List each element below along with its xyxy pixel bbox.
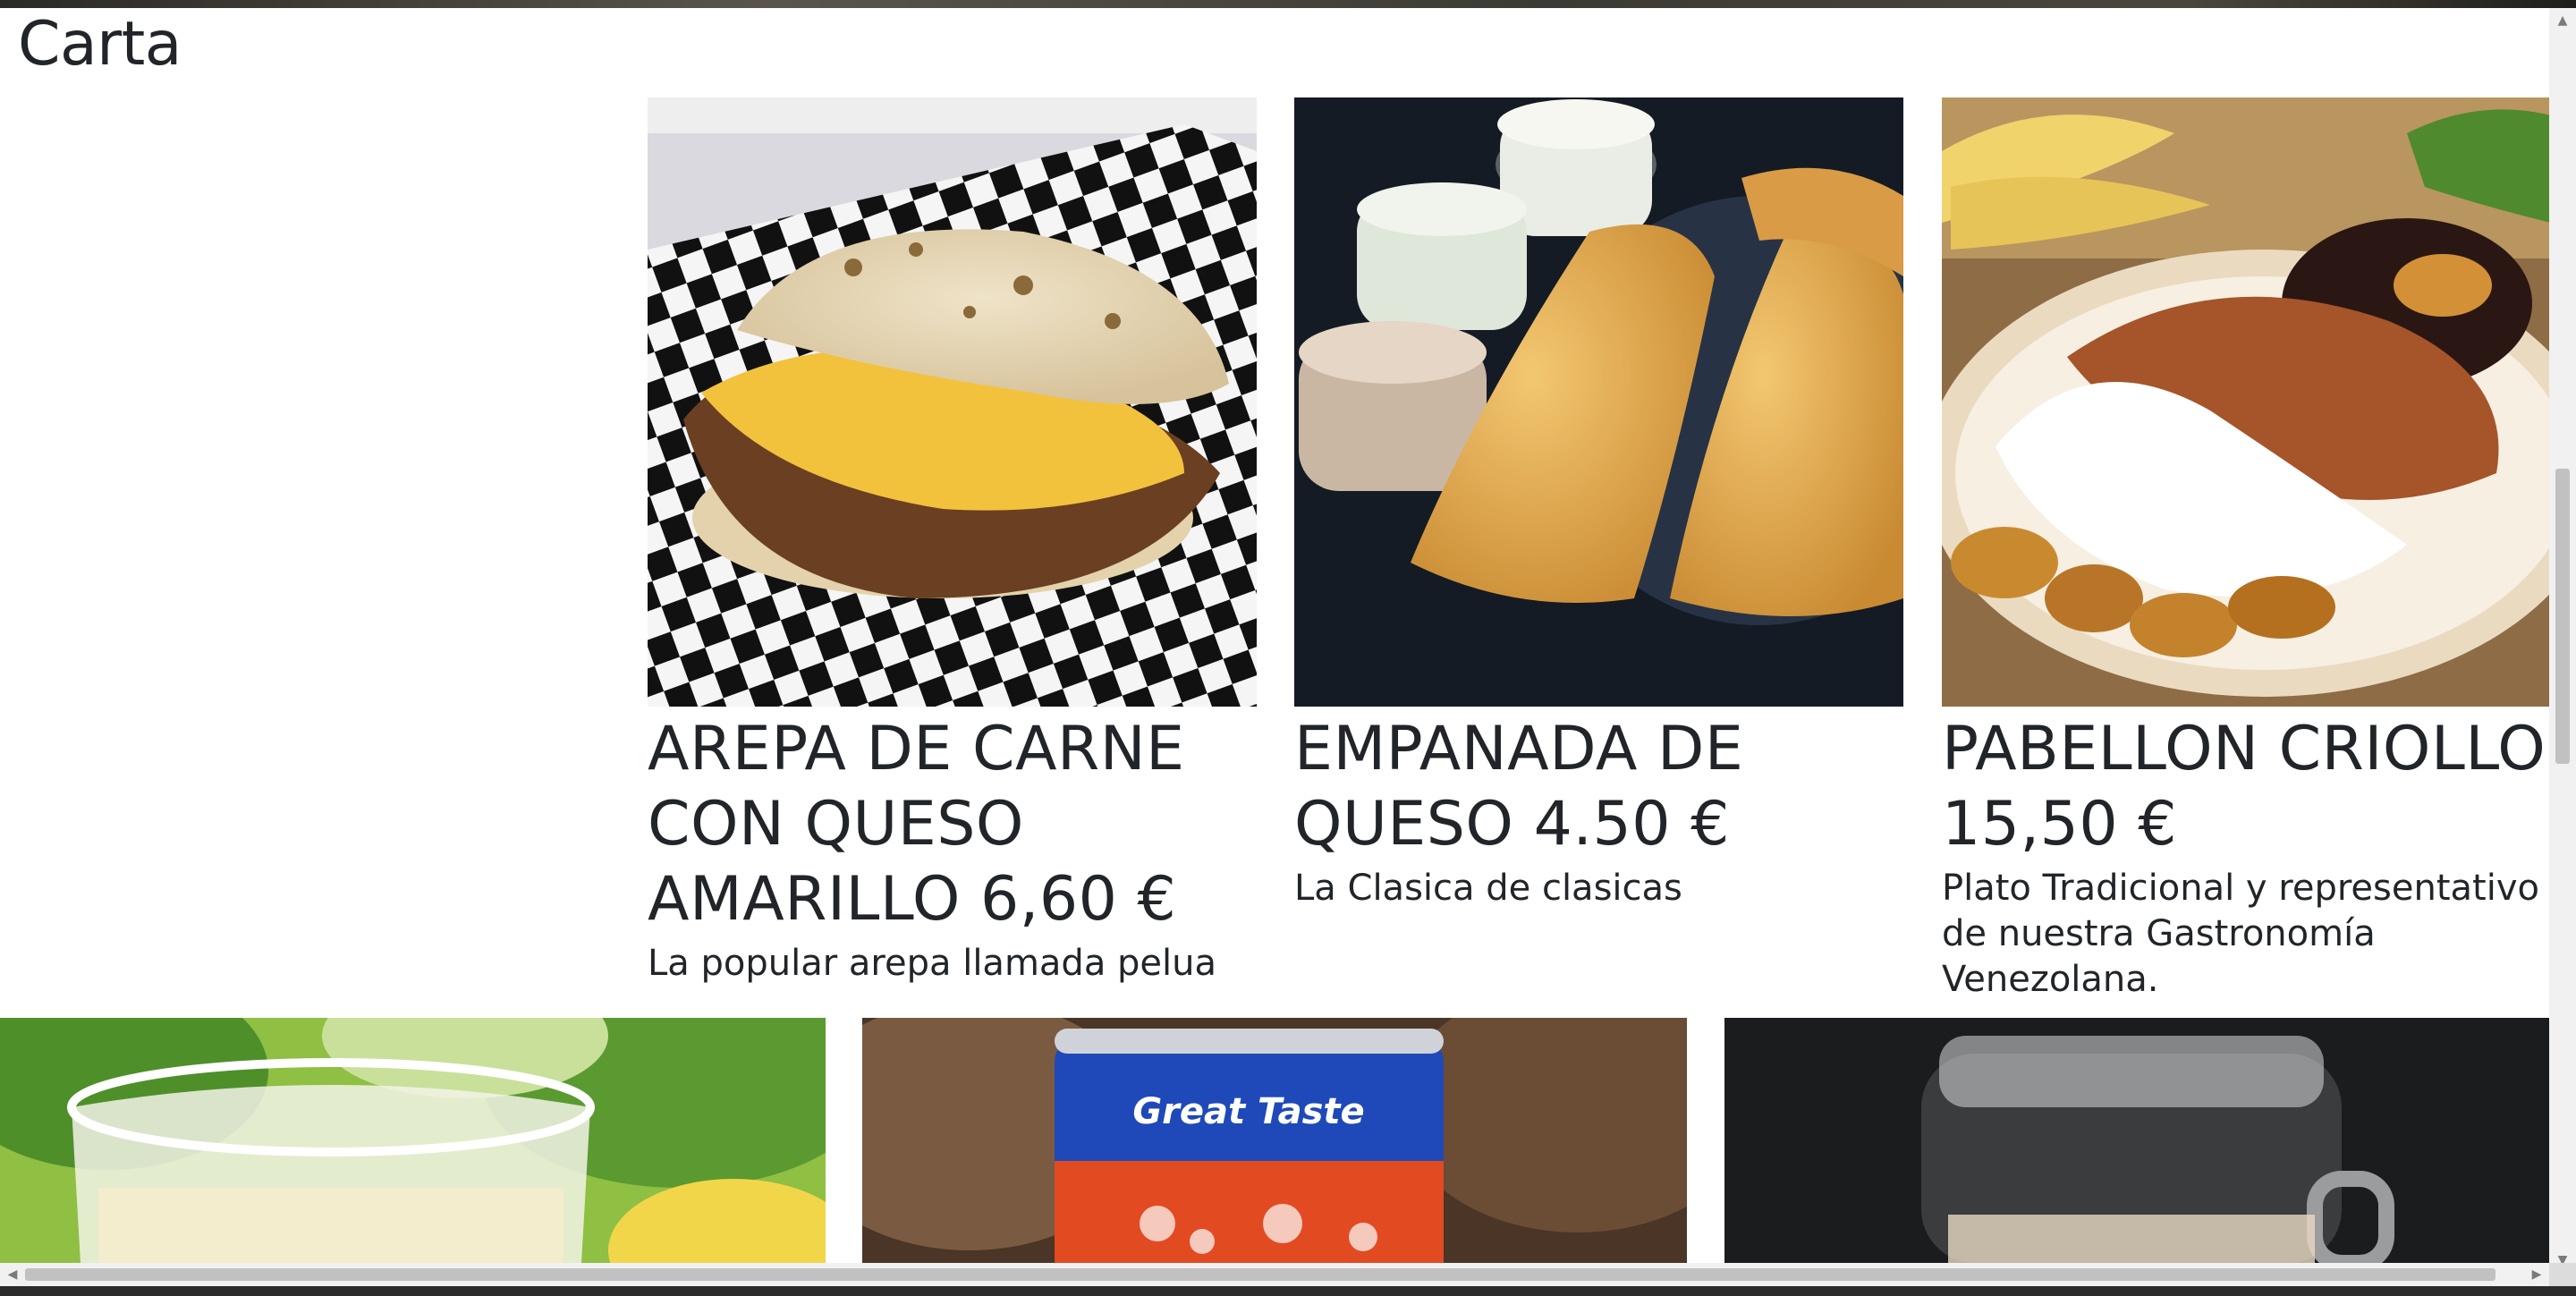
can-label: Great Taste	[1132, 1091, 1364, 1132]
menu-card-jar-drink[interactable]	[1724, 1018, 2549, 1263]
item-name: AREPA DE CARNE CON QUESO AMARILLO 6,60 €	[648, 714, 1185, 935]
scroll-left-icon[interactable]: ◀	[0, 1263, 25, 1286]
item-description: Plato Tradicional y representativo de nu…	[1942, 868, 2539, 1000]
scrollbar-corner	[2549, 1263, 2576, 1286]
menu-card-empanada[interactable]: EMPANADA DE QUESO 4.50 € La Clasica de c…	[1294, 97, 1903, 911]
top-image-strip	[0, 0, 2576, 8]
vertical-scrollbar[interactable]: ▲ ▼	[2549, 8, 2576, 1273]
menu-card-arepa[interactable]: AREPA DE CARNE CON QUESO AMARILLO 6,60 €…	[648, 97, 1257, 987]
page-title: Carta	[18, 9, 182, 80]
horizontal-scroll-thumb[interactable]	[25, 1268, 2496, 1281]
vertical-scroll-thumb[interactable]	[2555, 469, 2570, 764]
menu-card-pabellon[interactable]: PABELLON CRIOLLO 15,50 € Plato Tradicion…	[1942, 97, 2551, 1003]
scroll-right-icon[interactable]: ▶	[2524, 1263, 2549, 1286]
empanada-image	[1294, 97, 1903, 707]
menu-card-drink-glass[interactable]	[0, 1018, 826, 1263]
horizontal-scrollbar[interactable]: ◀ ▶	[0, 1263, 2549, 1286]
jar-drink-image	[1724, 1018, 2549, 1263]
bottom-strip	[0, 1286, 2576, 1296]
item-description: La popular arepa llamada pelua	[648, 943, 1217, 984]
lemonade-image	[0, 1018, 826, 1263]
arepa-image	[648, 97, 1257, 707]
scroll-up-icon[interactable]: ▲	[2549, 8, 2576, 33]
pabellon-image	[1942, 97, 2551, 707]
menu-card-soda-can[interactable]: Great Taste	[862, 1018, 1687, 1263]
item-name: EMPANADA DE QUESO 4.50 €	[1294, 714, 1744, 860]
item-name: PABELLON CRIOLLO 15,50 €	[1942, 714, 2546, 860]
soda-can-image: Great Taste	[862, 1018, 1687, 1263]
item-description: La Clasica de clasicas	[1294, 868, 1682, 909]
